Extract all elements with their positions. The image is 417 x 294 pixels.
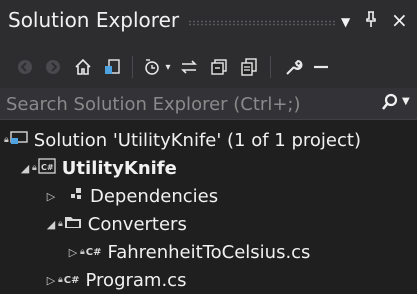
collapsed-arrow-icon[interactable]: ▷: [66, 246, 80, 259]
search-options-icon[interactable]: ▼: [402, 96, 410, 107]
drag-grip[interactable]: [188, 20, 336, 26]
lock-icon: 🔒︎: [58, 219, 63, 229]
title-bar: Solution Explorer ▼ ×: [0, 0, 417, 46]
dependencies-icon: [68, 186, 84, 207]
solution-label: Solution 'UtilityKnife' (1 of 1 project): [33, 129, 361, 151]
back-icon[interactable]: [14, 56, 36, 78]
tree-item-folder[interactable]: ◢ 🔒︎ Converters: [0, 210, 417, 238]
chevron-down-icon[interactable]: ▼: [341, 15, 350, 29]
forward-icon[interactable]: [42, 56, 64, 78]
expanded-arrow-icon[interactable]: ◢: [44, 218, 58, 231]
toolbar-separator: [270, 56, 271, 78]
close-icon[interactable]: ×: [391, 8, 408, 32]
toolbar-separator: [132, 56, 133, 78]
preview-icon[interactable]: [310, 56, 332, 78]
csharp-project-icon: C#: [38, 157, 56, 179]
search-icon[interactable]: [381, 93, 399, 117]
sync-active-document-icon[interactable]: [178, 56, 200, 78]
properties-icon[interactable]: [282, 56, 304, 78]
file-label: Program.cs: [85, 269, 187, 291]
csharp-file-icon: C#: [63, 274, 80, 286]
pin-icon[interactable]: [364, 10, 378, 32]
search-input[interactable]: [4, 88, 368, 120]
tree-item-file-fahrenheit[interactable]: ▷ 🔒︎ C# FahrenheitToCelsius.cs: [0, 238, 417, 266]
home-icon[interactable]: [72, 56, 94, 78]
project-label: UtilityKnife: [61, 157, 177, 179]
switch-views-icon[interactable]: [102, 56, 124, 78]
search-bar: ▼: [0, 88, 417, 120]
collapsed-arrow-icon[interactable]: ▷: [44, 190, 58, 203]
solution-icon: [10, 130, 28, 151]
tree-item-dependencies[interactable]: ▷ Dependencies: [0, 182, 417, 210]
pending-changes-filter-icon[interactable]: [142, 56, 164, 78]
lock-icon: 🔒︎: [32, 163, 37, 173]
folder-icon: [64, 214, 82, 235]
solution-explorer-panel: Solution Explorer ▼ × ▾ Search Solution …: [0, 0, 417, 291]
collapsed-arrow-icon[interactable]: ▷: [44, 274, 58, 287]
folder-label: Converters: [87, 213, 187, 235]
panel-title: Solution Explorer: [8, 8, 180, 32]
lock-icon: 🔒︎: [4, 135, 9, 145]
csharp-file-icon: C#: [85, 246, 102, 258]
tree-item-project[interactable]: ◢ 🔒︎ C# UtilityKnife: [0, 154, 417, 182]
file-label: FahrenheitToCelsius.cs: [107, 241, 311, 263]
lock-icon: 🔒︎: [80, 247, 85, 257]
dependencies-label: Dependencies: [90, 185, 219, 207]
svg-text:C#: C#: [41, 163, 54, 172]
expanded-arrow-icon[interactable]: ◢: [18, 162, 32, 175]
collapse-all-icon[interactable]: [208, 56, 230, 78]
tree-item-solution[interactable]: 🔒︎ Solution 'UtilityKnife' (1 of 1 proje…: [0, 126, 417, 154]
toolbar: ▾: [0, 46, 417, 88]
show-all-files-icon[interactable]: [238, 56, 260, 78]
dropdown-arrow-icon[interactable]: ▾: [162, 56, 174, 78]
lock-icon: 🔒︎: [58, 275, 63, 285]
